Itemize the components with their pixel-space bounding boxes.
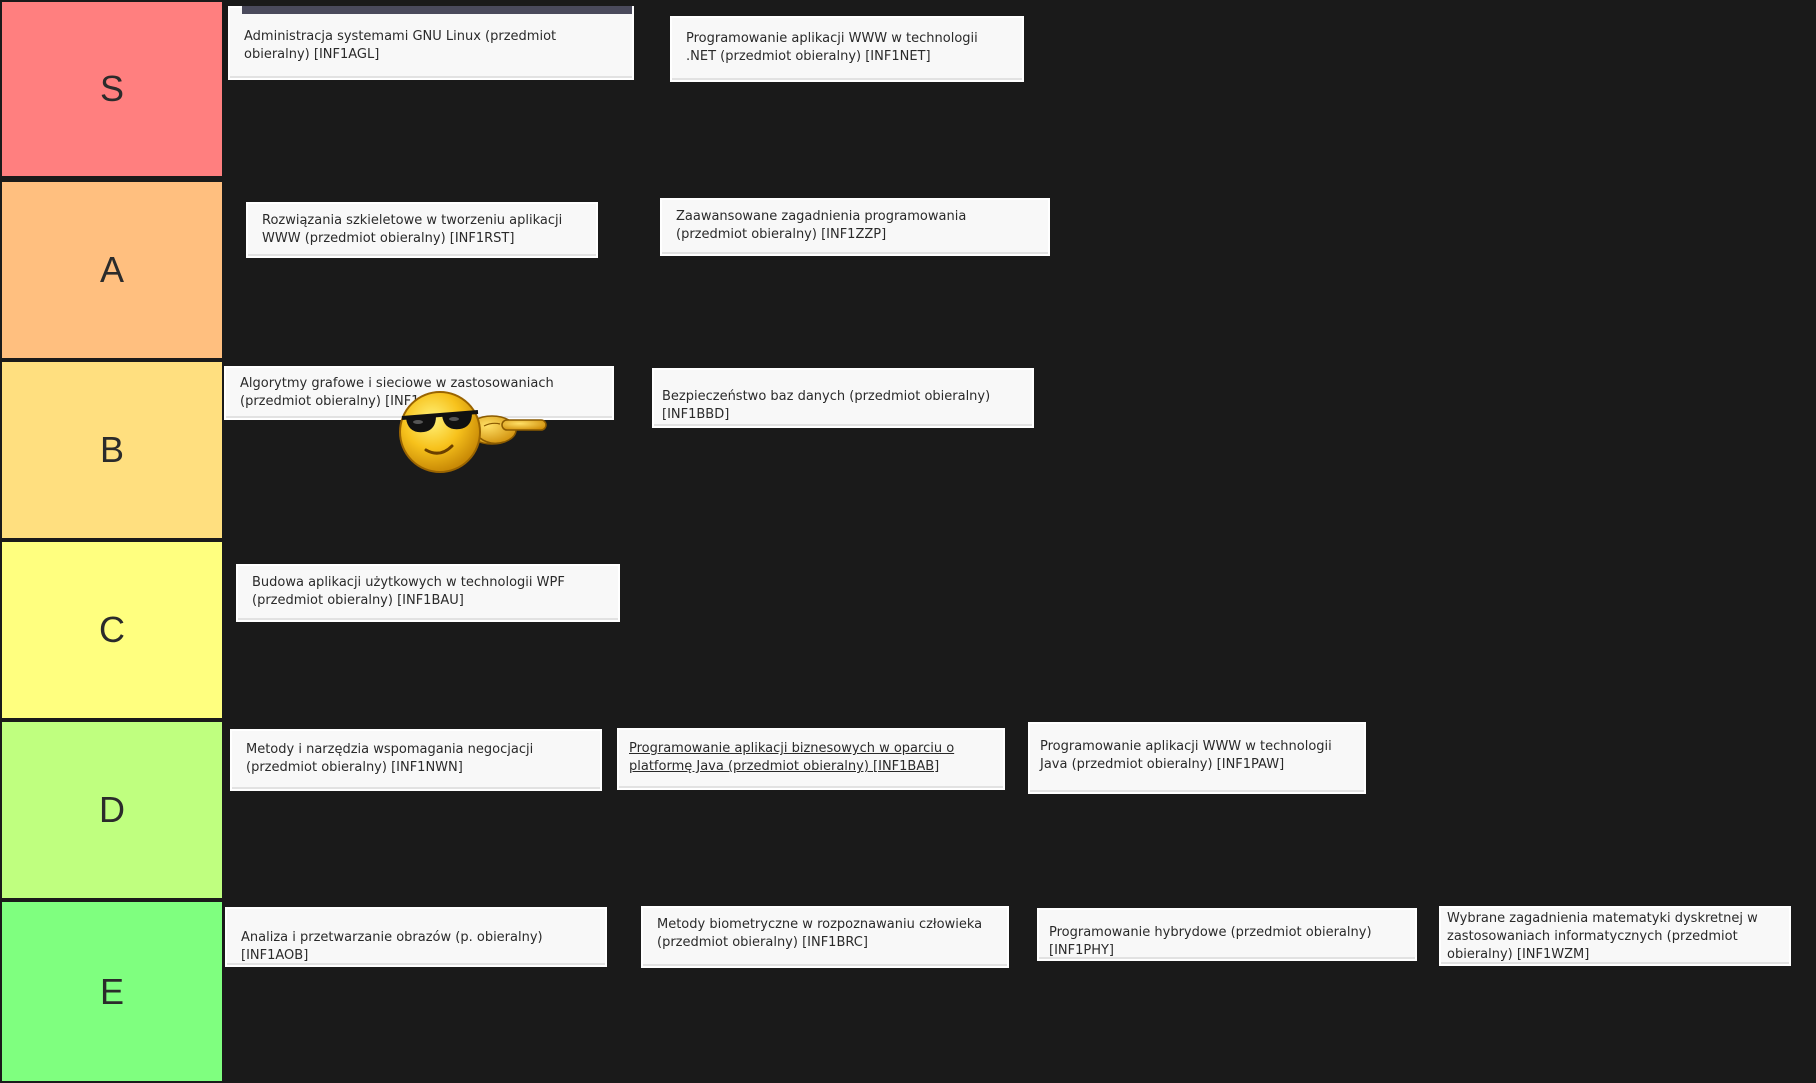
tier-items-d[interactable]: Metody i narzędzia wspomagania negocjacj… xyxy=(224,720,1816,900)
tier-item[interactable]: Budowa aplikacji użytkowych w technologi… xyxy=(236,564,620,622)
tier-list: S Administracja systemami GNU Linux (prz… xyxy=(0,0,1816,1083)
tier-item[interactable]: Rozwiązania szkieletowe w tworzeniu apli… xyxy=(246,202,598,258)
drag-indicator xyxy=(242,6,632,14)
tier-item[interactable]: Analiza i przetwarzanie obrazów (p. obie… xyxy=(225,907,607,967)
tier-item[interactable]: Programowanie aplikacji WWW w technologi… xyxy=(1028,722,1366,794)
tier-row-s: S Administracja systemami GNU Linux (prz… xyxy=(0,0,1816,178)
tier-label-b[interactable]: B xyxy=(2,362,222,538)
tier-item-label: Metody biometryczne w rozpoznawaniu czło… xyxy=(657,917,983,950)
tier-items-e[interactable]: Analiza i przetwarzanie obrazów (p. obie… xyxy=(224,900,1816,1083)
tier-item-label: Budowa aplikacji użytkowych w technologi… xyxy=(252,575,565,608)
tier-item[interactable]: Programowanie aplikacji WWW w technologi… xyxy=(670,16,1024,82)
tier-label-e[interactable]: E xyxy=(2,902,222,1081)
tier-items-s[interactable]: Administracja systemami GNU Linux (przed… xyxy=(224,0,1816,178)
tier-item-label: Zaawansowane zagadnienia programowania (… xyxy=(676,209,967,242)
tier-label-d[interactable]: D xyxy=(2,722,222,898)
tier-item[interactable]: Metody biometryczne w rozpoznawaniu czło… xyxy=(641,906,1009,968)
tier-item[interactable]: Bezpieczeństwo baz danych (przedmiot obi… xyxy=(652,368,1034,428)
tier-item-label: Programowanie aplikacji biznesowych w op… xyxy=(629,741,955,774)
tier-row-d: D Metody i narzędzia wspomagania negocja… xyxy=(0,720,1816,900)
tier-row-a: A Rozwiązania szkieletowe w tworzeniu ap… xyxy=(0,180,1816,360)
tier-item[interactable]: Metody i narzędzia wspomagania negocjacj… xyxy=(230,729,602,791)
tier-item-label: Administracja systemami GNU Linux (przed… xyxy=(244,29,557,62)
tier-items-c[interactable]: Budowa aplikacji użytkowych w technologi… xyxy=(224,540,1816,720)
tier-item[interactable]: Administracja systemami GNU Linux (przed… xyxy=(228,6,634,80)
tier-row-e: E Analiza i przetwarzanie obrazów (p. ob… xyxy=(0,900,1816,1083)
tier-item-label: Rozwiązania szkieletowe w tworzeniu apli… xyxy=(262,213,563,246)
tier-label-a[interactable]: A xyxy=(2,182,222,358)
tier-row-b: B Algorytmy grafowe i sieciowe w zastoso… xyxy=(0,360,1816,540)
cool-sunglasses-smiley-pointing-icon xyxy=(399,391,547,473)
tier-item-label: Metody i narzędzia wspomagania negocjacj… xyxy=(246,742,534,775)
tier-item-label: Analiza i przetwarzanie obrazów (p. obie… xyxy=(241,930,543,963)
tier-item-label: Programowanie aplikacji WWW w technologi… xyxy=(1040,739,1332,772)
tier-label-s[interactable]: S xyxy=(2,2,222,176)
tier-item[interactable]: Wybrane zagadnienia matematyki dyskretne… xyxy=(1439,906,1791,966)
tier-item[interactable]: Zaawansowane zagadnienia programowania (… xyxy=(660,198,1050,256)
tier-label-c[interactable]: C xyxy=(2,542,222,718)
tier-row-c: C Budowa aplikacji użytkowych w technolo… xyxy=(0,540,1816,720)
tier-item[interactable]: Programowanie hybrydowe (przedmiot obier… xyxy=(1037,908,1417,961)
tier-item-label: Wybrane zagadnienia matematyki dyskretne… xyxy=(1447,911,1758,962)
tier-item-label: Bezpieczeństwo baz danych (przedmiot obi… xyxy=(662,389,991,422)
tier-item-label: Programowanie aplikacji WWW w technologi… xyxy=(686,31,978,64)
tier-items-a[interactable]: Rozwiązania szkieletowe w tworzeniu apli… xyxy=(224,180,1816,360)
tier-item[interactable]: Programowanie aplikacji biznesowych w op… xyxy=(617,728,1005,790)
tier-item-label: Programowanie hybrydowe (przedmiot obier… xyxy=(1049,925,1372,958)
